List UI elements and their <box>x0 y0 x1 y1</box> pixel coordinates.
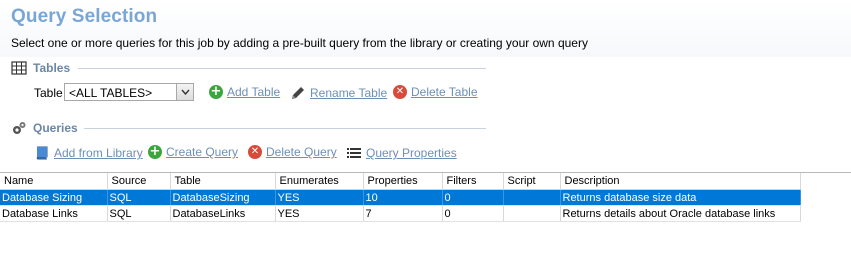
queries-section-heading: Queries <box>11 119 78 137</box>
column-header-properties[interactable]: Properties <box>363 173 443 190</box>
book-icon <box>36 146 48 160</box>
cell-description: Returns details about Oracle database li… <box>560 205 801 222</box>
cell-source: SQL <box>107 205 171 222</box>
cell-description: Returns database size data <box>560 189 801 206</box>
delete-icon: ✕ <box>393 85 407 99</box>
tables-heading-label: Tables <box>33 61 71 75</box>
cell-properties: 10 <box>363 189 443 206</box>
query-properties-button[interactable]: Query Properties <box>346 145 457 161</box>
add-from-library-label: Add from Library <box>54 146 143 160</box>
column-header-script[interactable]: Script <box>503 173 561 190</box>
column-header-description[interactable]: Description <box>560 173 801 190</box>
rename-table-button[interactable]: Rename Table <box>290 85 387 101</box>
gears-icon <box>13 122 26 134</box>
delete-table-label: Delete Table <box>411 85 478 99</box>
grid-header-row: Name Source Table Enumerates Properties … <box>0 173 801 190</box>
add-table-label: Add Table <box>227 85 281 99</box>
column-header-table[interactable]: Table <box>170 173 276 190</box>
create-query-button[interactable]: + Create Query <box>148 145 238 159</box>
column-header-filters[interactable]: Filters <box>442 173 504 190</box>
rename-table-label: Rename Table <box>310 86 388 100</box>
pencil-icon <box>292 87 304 99</box>
table-field-label: Table <box>34 86 63 100</box>
delete-table-button[interactable]: ✕ Delete Table <box>393 85 478 99</box>
tables-section-heading: Tables <box>11 59 70 77</box>
delete-icon: ✕ <box>248 145 262 159</box>
add-icon: + <box>148 144 162 159</box>
table-row[interactable]: Database Sizing SQL DatabaseSizing YES 1… <box>0 189 801 206</box>
add-from-library-button[interactable]: Add from Library <box>34 145 143 161</box>
cell-enumerates: YES <box>275 205 364 222</box>
add-table-button[interactable]: + Add Table <box>209 85 280 99</box>
table-select-value: <ALL TABLES> <box>69 86 153 100</box>
queries-divider <box>84 128 486 129</box>
queries-grid: Name Source Table Enumerates Properties … <box>0 172 851 271</box>
list-icon <box>347 148 361 158</box>
cell-script <box>503 205 561 222</box>
query-properties-label: Query Properties <box>366 146 457 160</box>
column-header-source[interactable]: Source <box>107 173 171 190</box>
header-panel: Query Selection Select one or more queri… <box>0 0 851 57</box>
cell-name: Database Sizing <box>0 189 108 206</box>
cell-filters: 0 <box>442 205 504 222</box>
table-select[interactable]: <ALL TABLES> <box>64 83 194 101</box>
queries-table: Name Source Table Enumerates Properties … <box>0 173 801 222</box>
cell-filters: 0 <box>442 189 504 206</box>
add-icon: + <box>209 84 223 99</box>
column-header-enumerates[interactable]: Enumerates <box>275 173 364 190</box>
table-row[interactable]: Database Links SQL DatabaseLinks YES 7 0… <box>0 205 801 222</box>
cell-properties: 7 <box>363 205 443 222</box>
page-title: Query Selection <box>11 6 158 27</box>
delete-query-label: Delete Query <box>266 145 337 159</box>
cell-source: SQL <box>107 189 171 206</box>
create-query-label: Create Query <box>166 145 239 159</box>
column-header-name[interactable]: Name <box>0 173 108 190</box>
tables-divider <box>78 68 486 69</box>
cell-name: Database Links <box>0 205 108 222</box>
chevron-down-icon[interactable] <box>176 84 193 100</box>
delete-query-button[interactable]: ✕ Delete Query <box>248 145 337 159</box>
table-grid-icon <box>11 61 27 75</box>
cell-script <box>503 189 561 206</box>
queries-heading-label: Queries <box>33 121 78 135</box>
cell-table: DatabaseLinks <box>170 205 276 222</box>
cell-table: DatabaseSizing <box>170 189 276 206</box>
page-subtitle: Select one or more queries for this job … <box>11 36 588 50</box>
cell-enumerates: YES <box>275 189 364 206</box>
